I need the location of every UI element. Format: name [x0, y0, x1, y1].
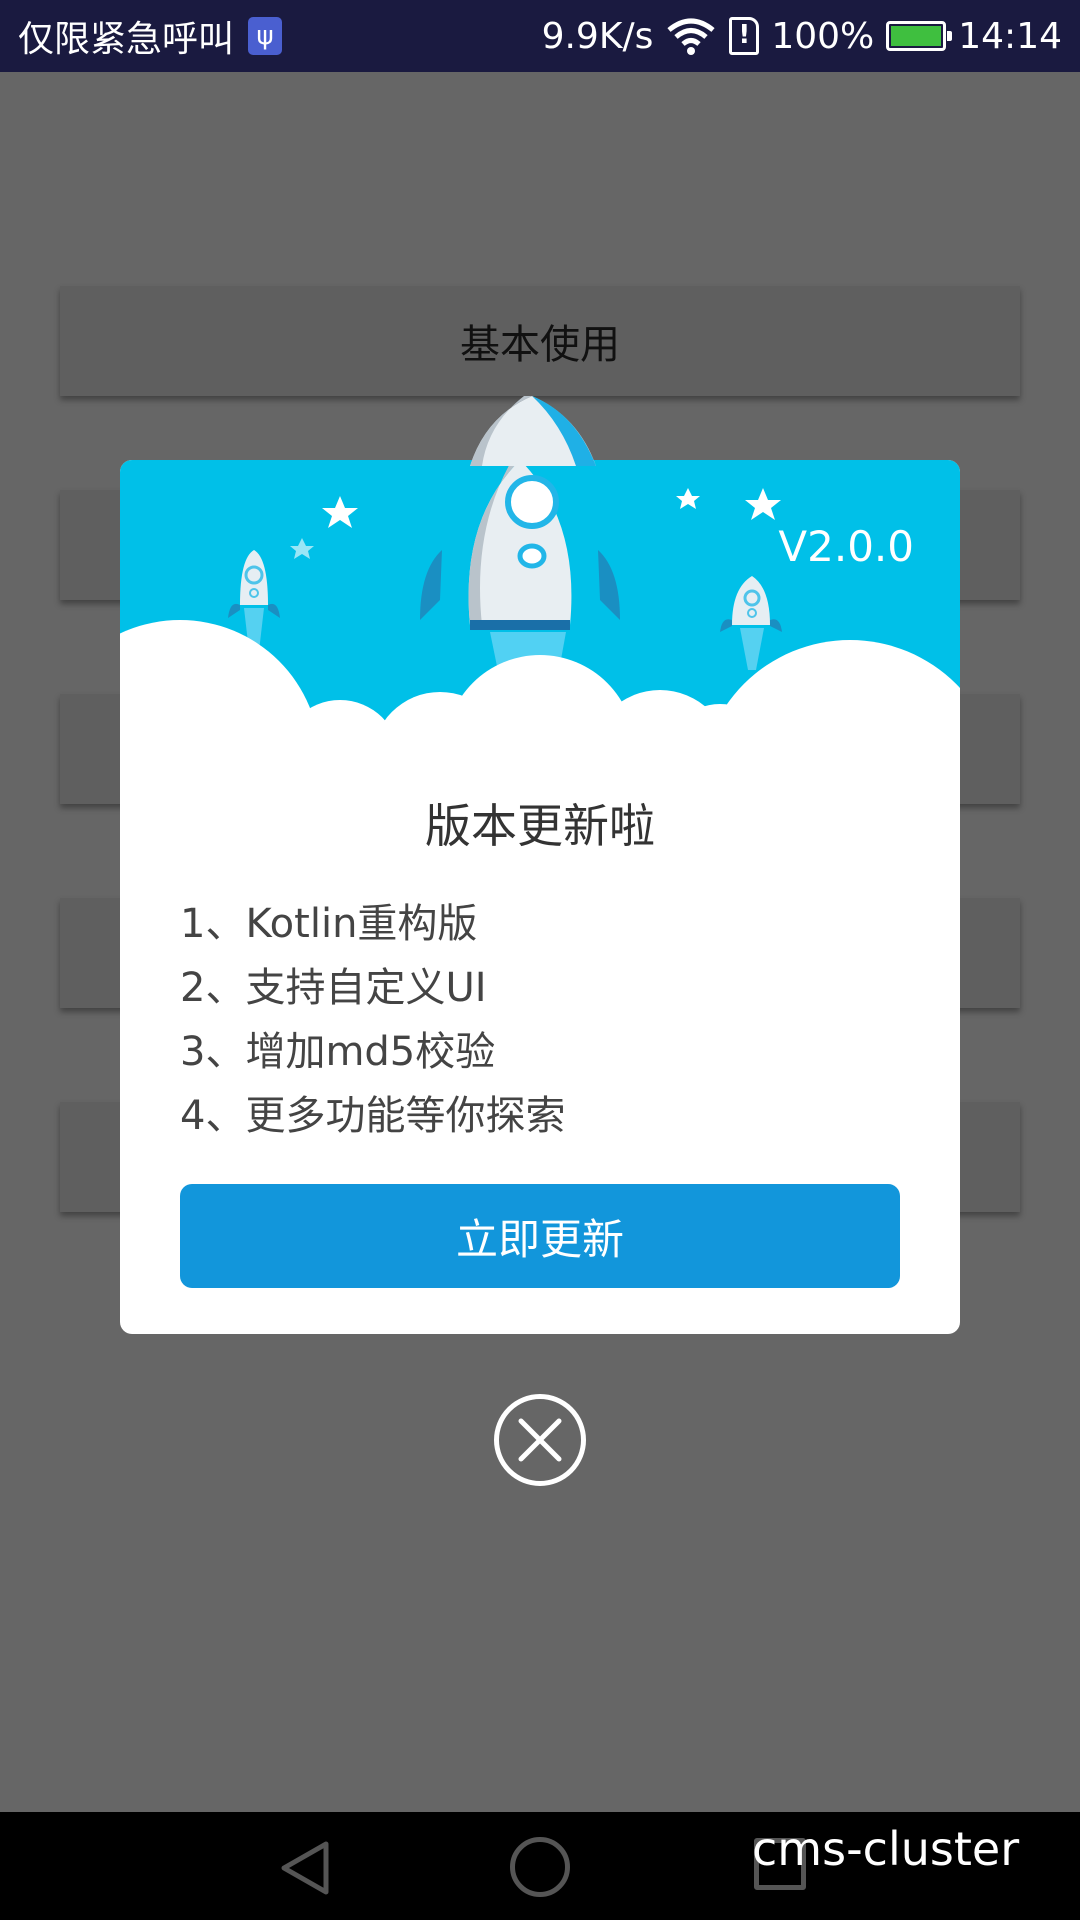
dialog-header: V2.0.0	[120, 460, 960, 790]
clock: 14:14	[958, 15, 1062, 57]
network-speed: 9.9K/s	[541, 15, 654, 57]
carrier-text: 仅限紧急呼叫	[18, 19, 235, 60]
rocket-tip-icon	[470, 396, 596, 466]
update-dialog: V2.0.0 版本更新啦 1、Kotlin重构版 2、支持自定义UI 3、增加m…	[120, 460, 960, 1334]
dialog-title: 版本更新啦	[425, 799, 655, 853]
version-label: V2.0.0	[778, 522, 914, 571]
close-dialog-button[interactable]	[494, 1394, 586, 1486]
battery-percent: 100%	[771, 15, 875, 57]
watermark: cms-cluster	[752, 1822, 1020, 1876]
battery-icon	[886, 21, 953, 51]
usb-icon: ψ	[248, 17, 283, 55]
update-note: 3、增加md5校验	[180, 1029, 496, 1075]
update-notes: 1、Kotlin重构版 2、支持自定义UI 3、增加md5校验 4、更多功能等你…	[180, 892, 565, 1148]
header-illustration	[120, 460, 960, 790]
wifi-icon	[667, 18, 715, 55]
update-note: 1、Kotlin重构版	[180, 901, 478, 947]
status-left: 仅限紧急呼叫 ψ	[18, 0, 283, 72]
back-icon[interactable]	[278, 1838, 332, 1898]
basic-usage-button[interactable]: 基本使用	[60, 286, 1020, 396]
sim-card-icon	[729, 17, 760, 55]
status-bar: 仅限紧急呼叫 ψ 9.9K/s 100% 14:14	[0, 0, 1080, 72]
update-note: 2、支持自定义UI	[180, 965, 487, 1011]
update-note: 4、更多功能等你探索	[180, 1093, 566, 1139]
update-now-button[interactable]: 立即更新	[180, 1184, 900, 1288]
home-icon[interactable]	[510, 1837, 570, 1897]
battery-level	[891, 26, 942, 46]
status-right: 9.9K/s 100% 14:14	[542, 0, 1062, 72]
close-icon	[518, 1418, 562, 1462]
